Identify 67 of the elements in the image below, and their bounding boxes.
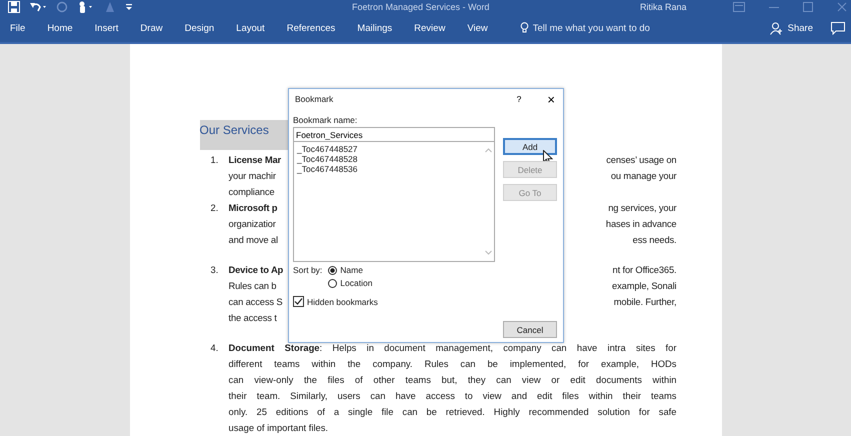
undo-icon[interactable] xyxy=(29,1,47,14)
save-icon[interactable] xyxy=(8,1,20,14)
text-fragment: the access t xyxy=(228,311,277,325)
text-fragment: and move al xyxy=(228,233,278,247)
ribbon-tab[interactable]: Mailings xyxy=(355,22,404,34)
text-fragment: ess needs. xyxy=(632,233,676,247)
dialog-title: Bookmark xyxy=(295,94,334,104)
bookmark-list[interactable]: _Toc467448527 _Toc467448528 _Toc467448536 xyxy=(293,142,495,262)
cancel-button[interactable]: Cancel xyxy=(503,321,557,338)
share-button[interactable]: Share xyxy=(770,22,813,35)
window-title: Foetron Managed Services - Word xyxy=(352,2,490,12)
text-fragment: ng services, your xyxy=(608,201,676,215)
text-line: can view-only the files of other teams but, they can view or edit documents within xyxy=(228,373,676,387)
bookmark-item[interactable]: _Toc467448536 xyxy=(297,164,479,174)
list-number: 3. xyxy=(210,263,220,277)
radio-button[interactable] xyxy=(328,278,338,288)
user-name: Ritika Rana xyxy=(640,2,687,12)
text-fragment: compliance xyxy=(228,185,274,199)
tell-me-field[interactable]: Tell me what you want to do xyxy=(532,22,673,34)
field-label: Bookmark name: xyxy=(293,115,358,125)
text-fragment: Device to Ap xyxy=(228,263,284,277)
ribbon-tab[interactable]: Draw xyxy=(138,22,175,34)
sort-label: Sort by: xyxy=(293,265,322,277)
text-line: different teams within the company. Rules can be implemented, for example, HODs xyxy=(228,357,676,371)
ribbon-tab[interactable]: File xyxy=(8,22,38,34)
text-fragment: organizatior xyxy=(228,217,276,231)
bookmark-name-field[interactable]: Foetron_Services xyxy=(293,127,495,142)
text-line: usage of important files. xyxy=(228,421,330,435)
close-button[interactable]: × xyxy=(543,92,559,106)
ribbon-tab[interactable]: Insert xyxy=(92,22,130,34)
text-fragment: Rules can b xyxy=(228,279,276,293)
text-fragment: ou manage your xyxy=(610,169,676,183)
radio-label[interactable]: Location xyxy=(340,278,372,288)
text-fragment: Microsoft p xyxy=(228,201,278,215)
radio-label[interactable]: Name xyxy=(340,265,363,275)
touch-mode-icon[interactable] xyxy=(77,1,95,14)
person-icon xyxy=(770,22,783,35)
list-number: 1. xyxy=(210,153,220,167)
comment-icon[interactable] xyxy=(831,22,845,35)
dialog-button[interactable]: Add xyxy=(503,138,557,155)
text-fragment: censes’ usage on xyxy=(606,153,676,167)
text-fragment: nt for Office365. xyxy=(612,263,676,277)
ribbon-tab[interactable]: View xyxy=(465,22,500,34)
ribbon-tab[interactable]: Home xyxy=(45,22,85,34)
bookmark-item[interactable]: _Toc467448528 xyxy=(297,154,479,164)
radio-button[interactable] xyxy=(328,266,338,274)
text-fragment: mobile. Further, xyxy=(614,295,676,309)
text-line: their team. Similarly, users can have access to view and edit files within their teams xyxy=(228,389,676,403)
list-number: 4. xyxy=(210,341,220,355)
ribbon-tab[interactable]: Design xyxy=(182,22,226,34)
text-fragment: your machir xyxy=(228,169,276,183)
checkbox[interactable] xyxy=(293,296,304,307)
lightbulb-icon xyxy=(520,22,529,34)
customize-icon[interactable] xyxy=(125,2,133,12)
text-fragment: License Mar xyxy=(228,153,282,167)
text-line: Document Storage: Helps in document management, company can have intra sites for xyxy=(228,341,676,355)
checkbox-label[interactable]: Hidden bookmarks xyxy=(307,296,378,306)
ribbon-tab[interactable]: Layout xyxy=(234,22,277,34)
ribbon-tab[interactable]: Review xyxy=(412,22,458,34)
help-button[interactable]: ? xyxy=(512,94,526,104)
text-fragment: hases in advance xyxy=(606,217,676,231)
ribbon-tab[interactable]: References xyxy=(284,22,348,34)
bookmark-item[interactable]: _Toc467448527 xyxy=(297,144,479,154)
list-number: 2. xyxy=(210,201,220,215)
text-line: only. 25 editions of a single file can be retrieved. Highly recommended solution for safe xyxy=(228,405,676,419)
text-fragment: example, Sonali xyxy=(612,279,676,293)
text-fragment: can access S xyxy=(228,295,282,309)
